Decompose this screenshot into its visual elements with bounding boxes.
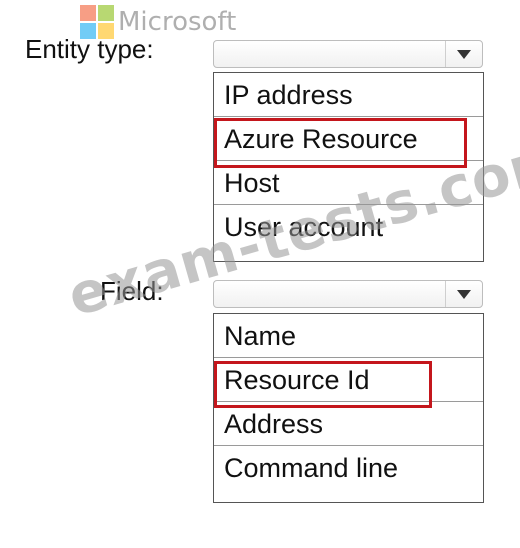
- chevron-down-icon: [457, 289, 471, 299]
- field-label: Field:: [100, 276, 164, 306]
- microsoft-logo-text: Microsoft: [118, 7, 237, 37]
- entity-type-option-user-account[interactable]: User account: [214, 205, 483, 249]
- field-option-address[interactable]: Address: [214, 402, 483, 446]
- entity-type-dropdown-button[interactable]: [445, 41, 482, 67]
- field-option-resource-id[interactable]: Resource Id: [214, 358, 483, 402]
- entity-type-option-host[interactable]: Host: [214, 161, 483, 205]
- field-option-name[interactable]: Name: [214, 314, 483, 358]
- field-option-command-line[interactable]: Command line: [214, 446, 483, 490]
- field-dropdown[interactable]: [213, 280, 483, 308]
- field-options-list: Name Resource Id Address Command line: [213, 313, 484, 503]
- field-dropdown-button[interactable]: [445, 281, 482, 307]
- entity-type-options-list: IP address Azure Resource Host User acco…: [213, 72, 484, 262]
- entity-type-dropdown[interactable]: [213, 40, 483, 68]
- entity-type-label: Entity type:: [25, 34, 154, 64]
- chevron-down-icon: [457, 49, 471, 59]
- entity-type-option-azure-resource[interactable]: Azure Resource: [214, 117, 483, 161]
- entity-type-option-ip-address[interactable]: IP address: [214, 73, 483, 117]
